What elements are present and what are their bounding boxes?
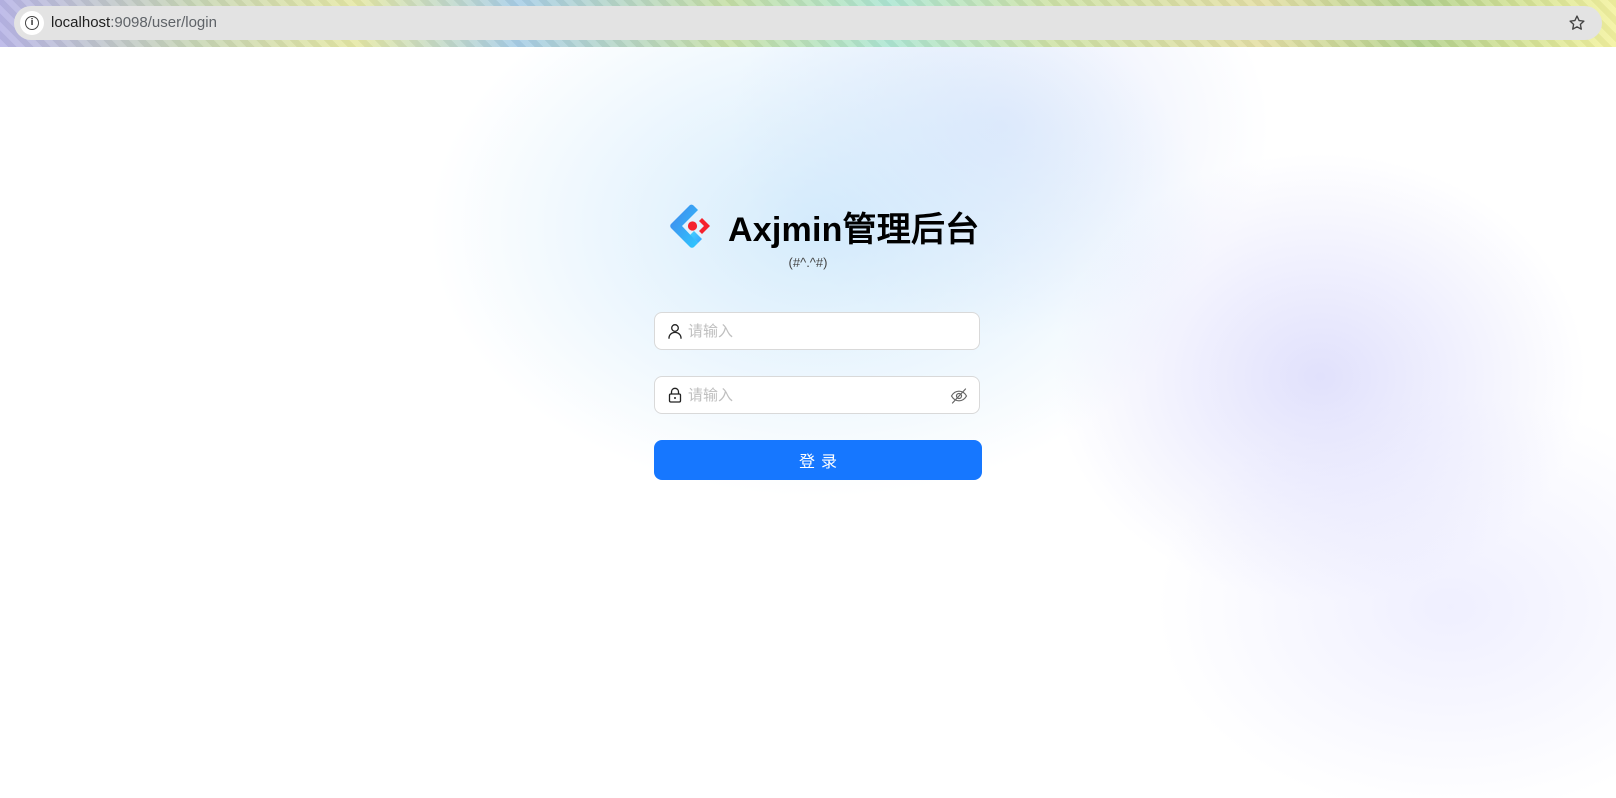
address-bar[interactable]: i localhost:9098/user/login [14,6,1602,40]
login-header: Axjmin管理后台 [668,200,979,252]
login-page: Axjmin管理后台 (#^.^#) 登录 [0,47,1616,798]
browser-toolbar: i localhost:9098/user/login [0,0,1616,47]
page-title: Axjmin管理后台 [728,210,980,249]
url-host: localhost [51,14,111,31]
password-field[interactable] [654,376,980,414]
username-field[interactable] [654,312,980,350]
star-icon[interactable] [1566,12,1588,34]
ant-design-logo [670,204,710,248]
url-text[interactable]: localhost:9098/user/login [51,14,217,31]
user-icon [668,324,682,339]
login-button[interactable]: 登录 [654,440,982,480]
eye-invisible-icon[interactable] [950,387,968,405]
username-input[interactable] [688,313,938,349]
url-path: :9098/user/login [110,14,217,31]
password-input[interactable] [688,377,938,413]
lock-icon [668,387,682,403]
info-icon[interactable]: i [20,11,44,35]
page-subtitle: (#^.^#) [788,255,828,270]
